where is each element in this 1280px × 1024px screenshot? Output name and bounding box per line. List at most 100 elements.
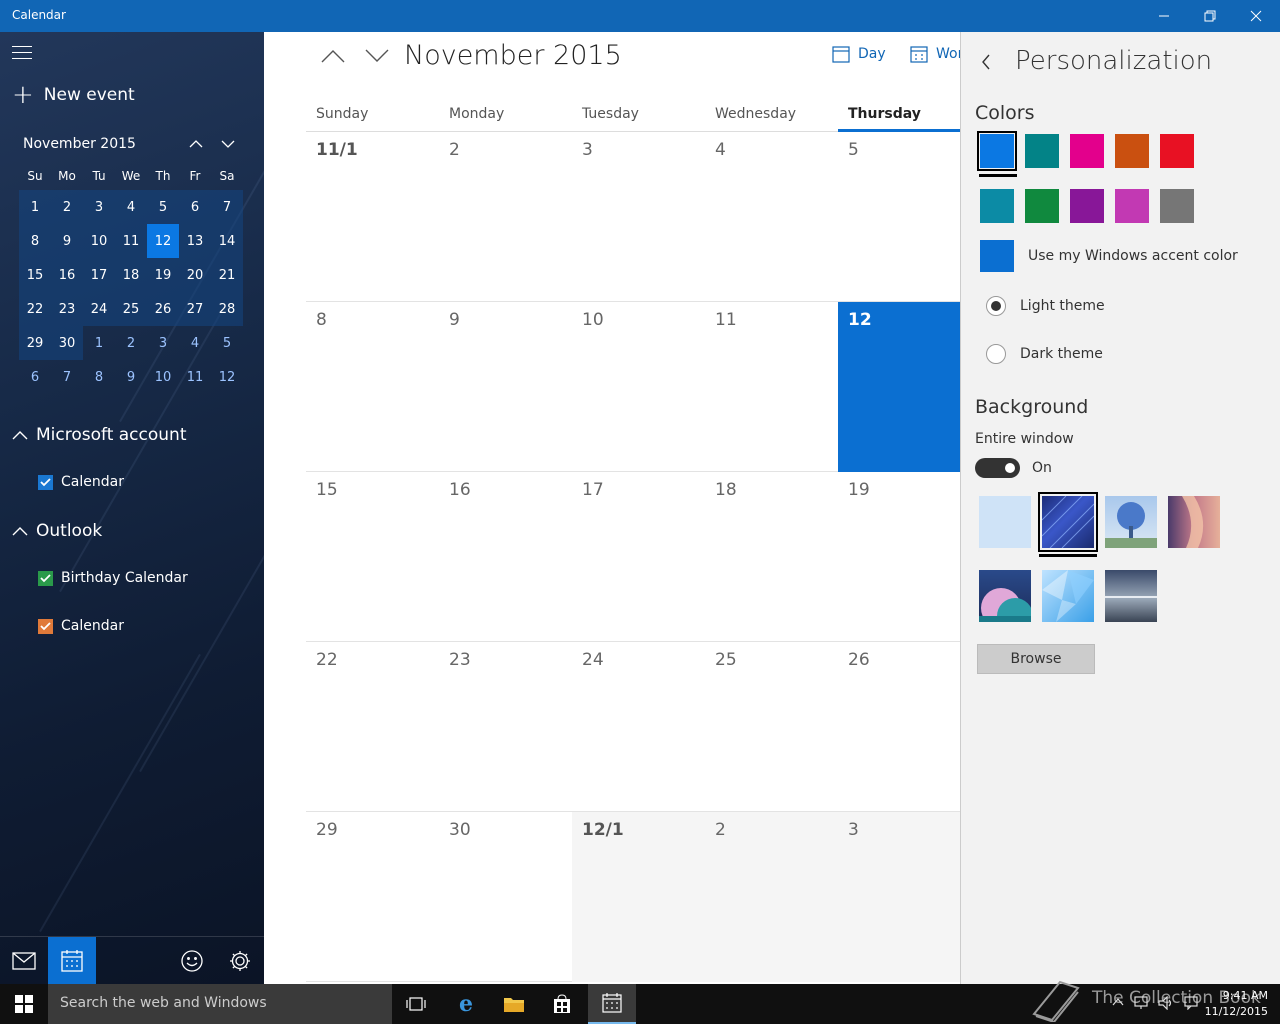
color-swatch[interactable] <box>1070 134 1104 168</box>
clock[interactable]: 9:41 AM 11/12/2015 <box>1205 988 1268 1020</box>
month-day-cell[interactable]: 19 <box>838 472 960 642</box>
account-microsoft[interactable]: Microsoft account <box>12 425 187 445</box>
mini-day[interactable]: 25 <box>115 292 147 326</box>
mini-day[interactable]: 10 <box>147 360 179 394</box>
next-month-button[interactable] <box>360 42 394 70</box>
mini-day-today[interactable]: 12 <box>147 224 179 258</box>
start-button[interactable] <box>0 984 48 1024</box>
checkbox-checked-icon[interactable] <box>38 618 53 634</box>
mini-day[interactable]: 13 <box>179 224 211 258</box>
background-thumbnail-plain[interactable] <box>979 496 1031 548</box>
month-day-cell[interactable]: 11 <box>705 302 838 472</box>
mini-prev-button[interactable] <box>184 132 208 156</box>
mini-day[interactable]: 5 <box>211 326 243 360</box>
checkbox-checked-icon[interactable] <box>38 474 53 490</box>
mini-day[interactable]: 22 <box>19 292 51 326</box>
mini-day[interactable]: 1 <box>83 326 115 360</box>
month-day-cell[interactable]: 30 <box>439 812 572 982</box>
month-day-cell[interactable]: 26 <box>838 642 960 812</box>
background-thumbnail-tree[interactable] <box>1105 496 1157 548</box>
mini-day[interactable]: 8 <box>83 360 115 394</box>
background-thumbnail-streaks[interactable] <box>1038 492 1098 552</box>
month-day-cell[interactable]: 18 <box>705 472 838 642</box>
mini-day[interactable]: 27 <box>179 292 211 326</box>
month-day-cell[interactable]: 11/1 <box>306 132 439 302</box>
color-swatch[interactable] <box>1160 189 1194 223</box>
color-swatch[interactable] <box>1025 134 1059 168</box>
mini-day[interactable]: 30 <box>51 326 83 360</box>
mini-day[interactable]: 15 <box>19 258 51 292</box>
color-swatch[interactable] <box>1115 189 1149 223</box>
mini-day[interactable]: 11 <box>179 360 211 394</box>
color-swatch[interactable] <box>1115 134 1149 168</box>
mini-day[interactable]: 7 <box>51 360 83 394</box>
calendar-item-outlook[interactable]: Calendar <box>38 618 124 634</box>
hamburger-menu-icon[interactable] <box>12 46 34 60</box>
month-day-cell[interactable]: 5 <box>838 132 960 302</box>
mini-day[interactable]: 6 <box>19 360 51 394</box>
account-outlook[interactable]: Outlook <box>12 521 102 541</box>
month-day-cell[interactable]: 2 <box>439 132 572 302</box>
mini-day[interactable]: 7 <box>211 190 243 224</box>
day-view-button[interactable]: Day <box>832 45 886 63</box>
month-day-cell[interactable]: 2 <box>705 812 838 982</box>
new-event-button[interactable]: + New event <box>12 82 135 108</box>
mini-day[interactable]: 8 <box>19 224 51 258</box>
month-day-cell[interactable]: 25 <box>705 642 838 812</box>
color-swatch-selected[interactable] <box>977 131 1017 171</box>
mini-day[interactable]: 16 <box>51 258 83 292</box>
mini-next-button[interactable] <box>216 132 240 156</box>
chevron-up-icon[interactable] <box>1112 996 1124 1008</box>
back-button[interactable] <box>981 54 991 74</box>
month-day-today[interactable]: 12 <box>838 302 960 472</box>
month-day-cell[interactable]: 12/1 <box>572 812 705 982</box>
close-button[interactable] <box>1233 0 1279 32</box>
month-day-cell[interactable]: 24 <box>572 642 705 812</box>
color-swatch[interactable] <box>1070 189 1104 223</box>
month-day-cell[interactable]: 17 <box>572 472 705 642</box>
month-day-cell[interactable]: 9 <box>439 302 572 472</box>
month-day-cell[interactable]: 23 <box>439 642 572 812</box>
mini-day[interactable]: 20 <box>179 258 211 292</box>
mini-day[interactable]: 26 <box>147 292 179 326</box>
edge-browser-button[interactable]: e <box>442 984 490 1024</box>
mini-day[interactable]: 4 <box>179 326 211 360</box>
mini-day[interactable]: 29 <box>19 326 51 360</box>
month-day-cell[interactable]: 3 <box>572 132 705 302</box>
month-day-cell[interactable]: 10 <box>572 302 705 472</box>
minimize-button[interactable] <box>1141 0 1187 32</box>
mini-day[interactable]: 19 <box>147 258 179 292</box>
workweek-view-button[interactable]: Wor <box>910 45 960 63</box>
network-icon[interactable] <box>1134 996 1148 1010</box>
light-theme-radio[interactable]: Light theme <box>986 296 1105 316</box>
use-accent-color-option[interactable]: Use my Windows accent color <box>980 240 1238 272</box>
dark-theme-radio[interactable]: Dark theme <box>986 344 1103 364</box>
mini-day[interactable]: 3 <box>83 190 115 224</box>
mini-day[interactable]: 18 <box>115 258 147 292</box>
mini-day[interactable]: 2 <box>115 326 147 360</box>
calendar-button[interactable] <box>48 937 96 984</box>
calendar-item-microsoft[interactable]: Calendar <box>38 474 124 490</box>
browse-button[interactable]: Browse <box>977 644 1095 674</box>
taskbar-search-box[interactable]: Search the web and Windows <box>48 984 392 1024</box>
color-swatch[interactable] <box>980 189 1014 223</box>
month-day-cell[interactable]: 8 <box>306 302 439 472</box>
mini-day[interactable]: 4 <box>115 190 147 224</box>
checkbox-checked-icon[interactable] <box>38 570 53 586</box>
background-thumbnail-hills[interactable] <box>979 570 1031 622</box>
mini-day[interactable]: 23 <box>51 292 83 326</box>
month-day-cell[interactable]: 29 <box>306 812 439 982</box>
color-swatch[interactable] <box>1025 189 1059 223</box>
calendar-taskbar-button[interactable] <box>588 984 636 1024</box>
mini-day[interactable]: 21 <box>211 258 243 292</box>
month-day-cell[interactable]: 15 <box>306 472 439 642</box>
month-day-cell[interactable]: 4 <box>705 132 838 302</box>
mail-button[interactable] <box>0 937 48 984</box>
mini-day[interactable]: 11 <box>115 224 147 258</box>
month-day-cell[interactable]: 16 <box>439 472 572 642</box>
mini-day[interactable]: 3 <box>147 326 179 360</box>
restore-button[interactable] <box>1187 0 1233 32</box>
month-day-cell[interactable]: 3 <box>838 812 960 982</box>
mini-day[interactable]: 6 <box>179 190 211 224</box>
mini-day[interactable]: 12 <box>211 360 243 394</box>
